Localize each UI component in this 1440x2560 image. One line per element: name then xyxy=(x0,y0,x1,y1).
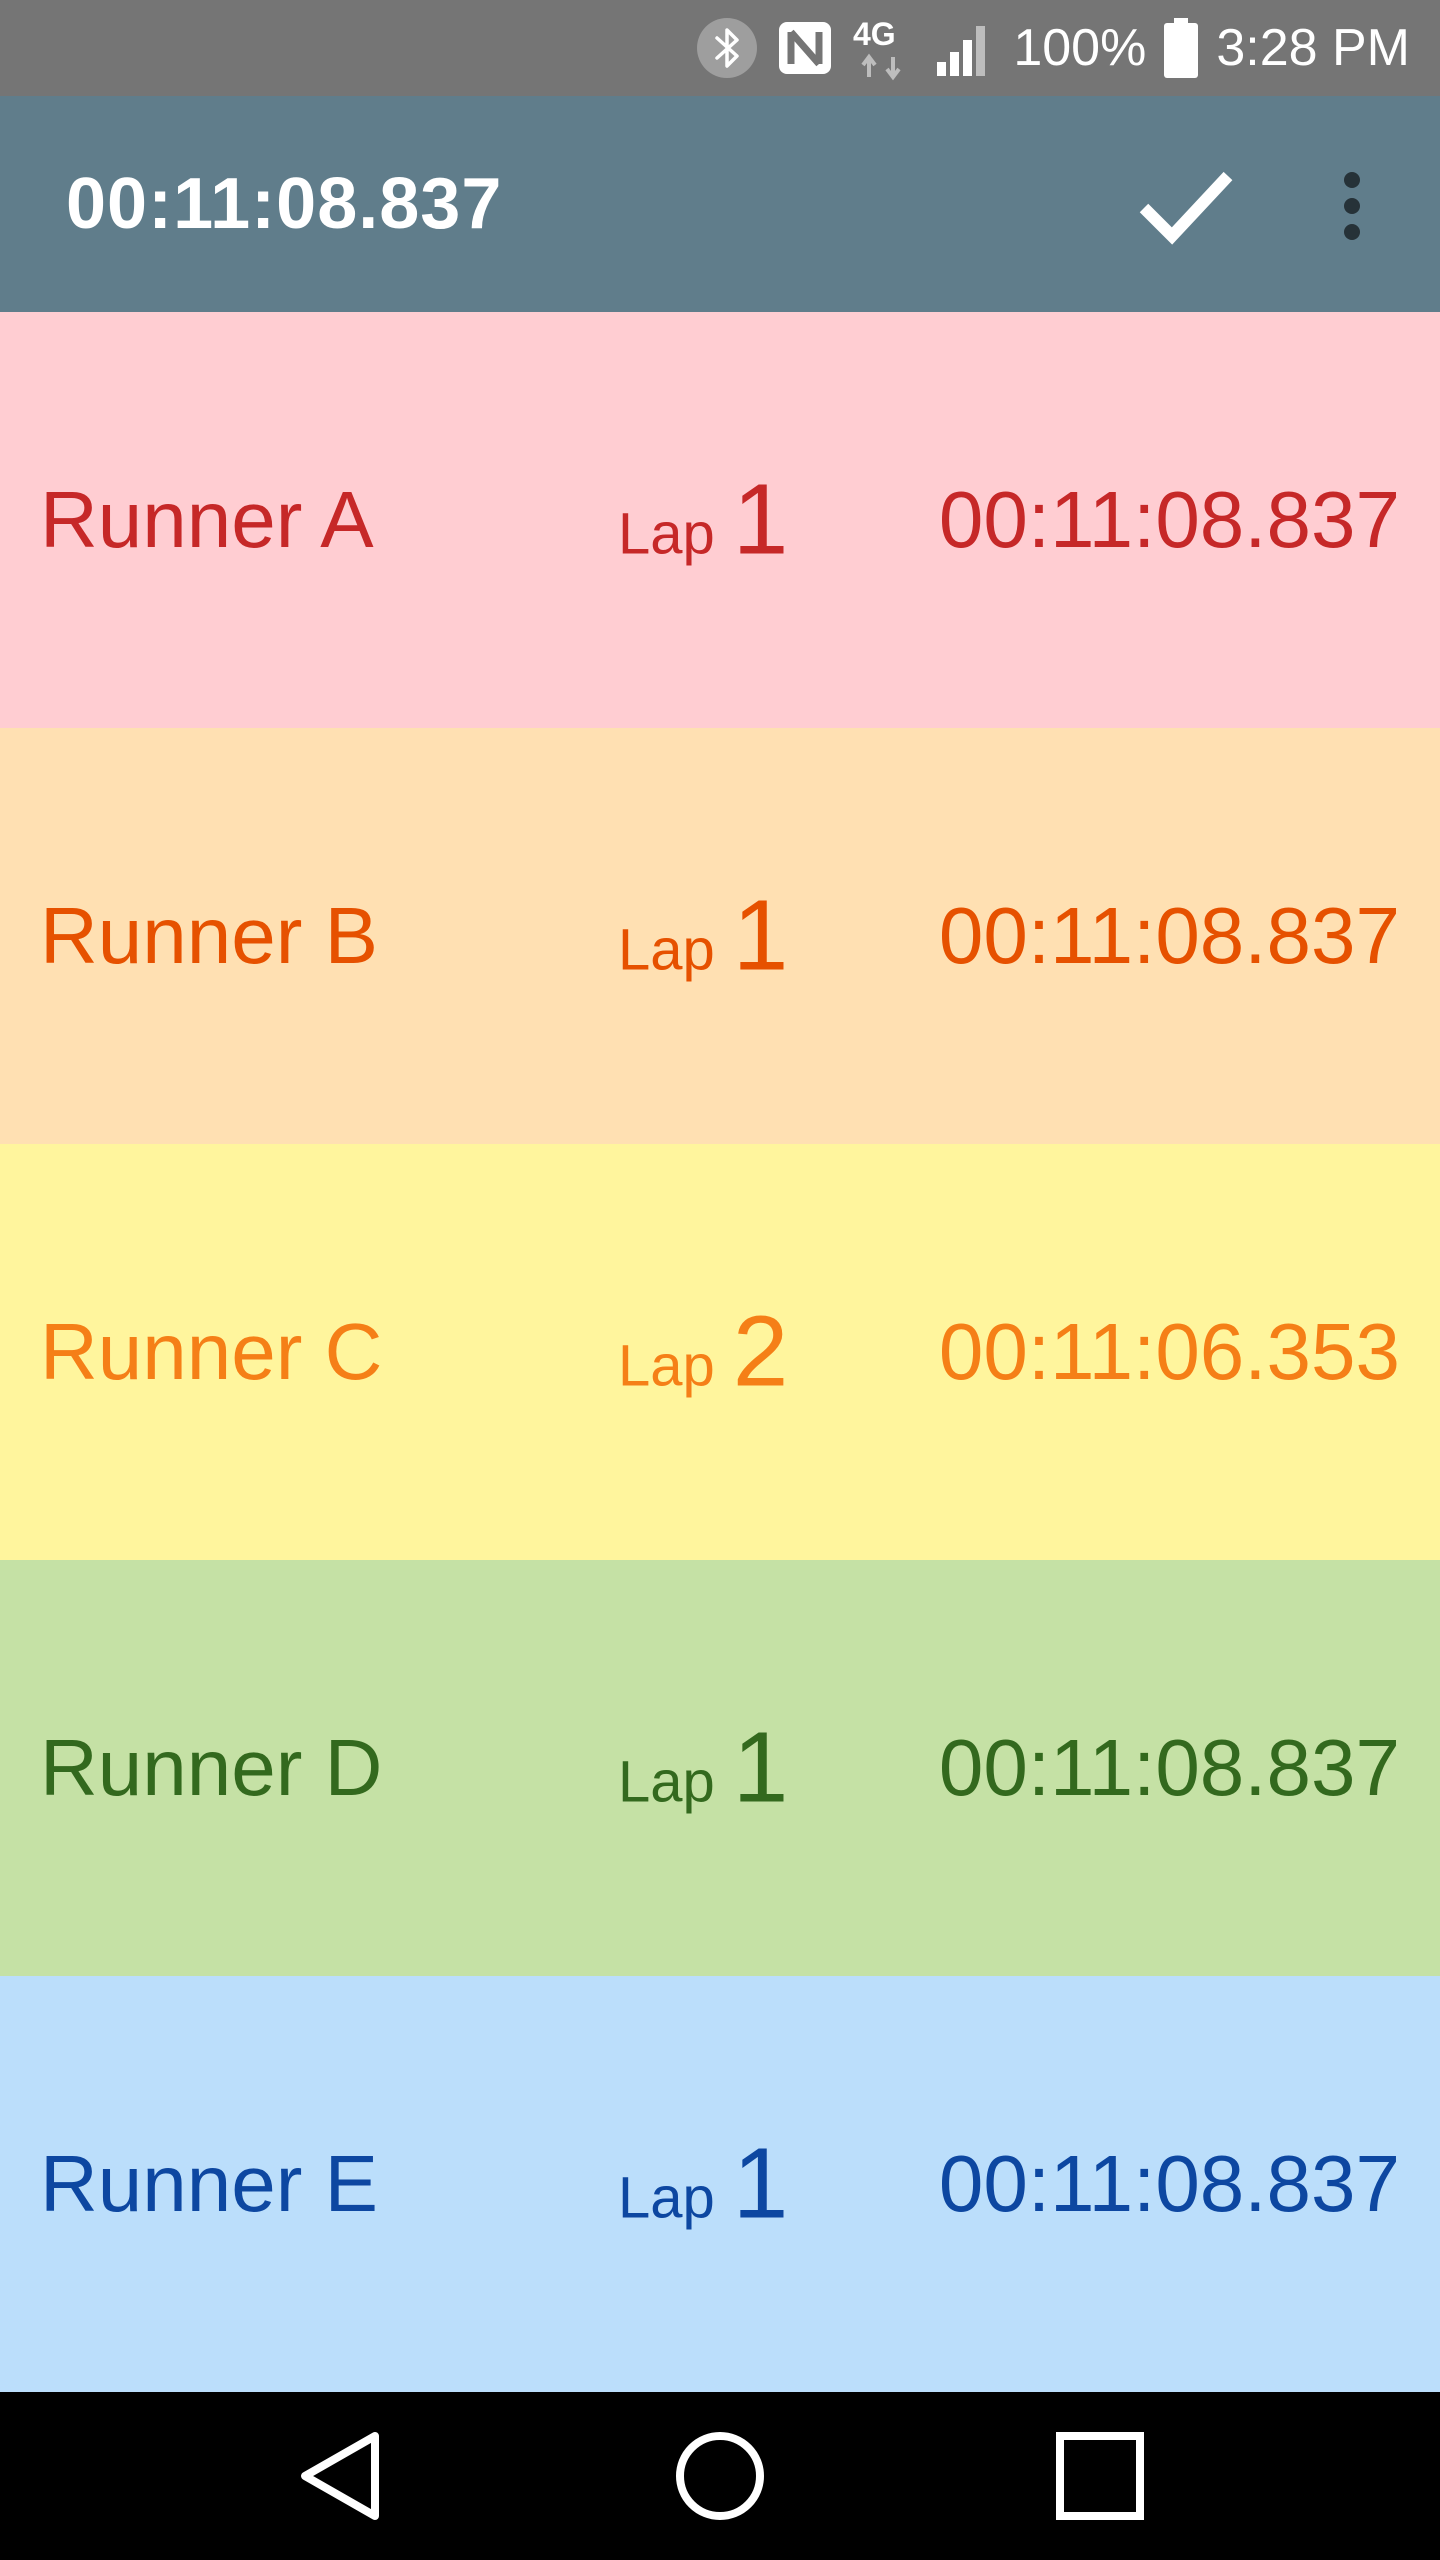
navigation-bar xyxy=(0,2392,1440,2560)
runner-name: Runner B xyxy=(40,891,378,980)
more-vert-icon xyxy=(1344,172,1360,240)
lap-label: Lap xyxy=(618,917,715,983)
confirm-button[interactable] xyxy=(1126,156,1246,256)
lap-number: 1 xyxy=(732,1711,789,1824)
lap-label: Lap xyxy=(618,1749,715,1815)
check-icon xyxy=(1139,171,1233,245)
lap-number: 1 xyxy=(732,879,789,992)
network-label: 4G xyxy=(853,16,896,52)
lap-counter: Lap 1 xyxy=(618,463,788,578)
home-button[interactable] xyxy=(660,2416,780,2536)
lap-counter: Lap 2 xyxy=(618,1295,788,1410)
recents-icon xyxy=(1056,2432,1144,2520)
runner-row[interactable]: Runner E Lap 1 00:11:08.837 xyxy=(0,1976,1440,2392)
lap-counter: Lap 1 xyxy=(618,2127,788,2242)
nfc-icon xyxy=(775,18,835,78)
lap-counter: Lap 1 xyxy=(618,1711,788,1826)
overflow-menu-button[interactable] xyxy=(1316,156,1388,256)
runner-row[interactable]: Runner B Lap 1 00:11:08.837 xyxy=(0,728,1440,1144)
back-button[interactable] xyxy=(280,2416,400,2536)
recents-button[interactable] xyxy=(1040,2416,1160,2536)
runner-name: Runner C xyxy=(40,1307,383,1396)
runner-name: Runner E xyxy=(40,2139,378,2228)
app-bar: 00:11:08.837 xyxy=(0,96,1440,312)
bluetooth-icon xyxy=(697,18,758,78)
lap-time: 00:11:08.837 xyxy=(938,2139,1400,2228)
runner-row[interactable]: Runner A Lap 1 00:11:08.837 xyxy=(0,312,1440,728)
lap-number: 2 xyxy=(732,1295,789,1408)
lap-label: Lap xyxy=(618,1333,715,1399)
lap-time: 00:11:08.837 xyxy=(938,1723,1400,1812)
lap-counter: Lap 1 xyxy=(618,879,788,994)
lap-time: 00:11:08.837 xyxy=(938,891,1400,980)
lap-time: 00:11:06.353 xyxy=(938,1307,1400,1396)
lap-label: Lap xyxy=(618,501,715,567)
elapsed-time-title: 00:11:08.837 xyxy=(66,164,503,244)
4g-lte-icon: 4G xyxy=(853,13,917,83)
battery-percent: 100% xyxy=(1013,19,1147,77)
lap-time: 00:11:08.837 xyxy=(938,475,1400,564)
lap-number: 1 xyxy=(732,463,789,576)
clock: 3:28 PM xyxy=(1216,19,1410,77)
home-icon xyxy=(676,2432,764,2520)
battery-icon xyxy=(1164,18,1199,78)
lap-label: Lap xyxy=(618,2165,715,2231)
lap-number: 1 xyxy=(732,2127,789,2240)
status-bar: 4G 100% 3:28 PM xyxy=(0,0,1440,96)
runner-name: Runner A xyxy=(40,475,374,564)
back-icon xyxy=(301,2432,379,2520)
signal-icon xyxy=(935,18,995,78)
runner-list: Runner A Lap 1 00:11:08.837 Runner B Lap… xyxy=(0,312,1440,2392)
runner-row[interactable]: Runner C Lap 2 00:11:06.353 xyxy=(0,1144,1440,1560)
runner-row[interactable]: Runner D Lap 1 00:11:08.837 xyxy=(0,1560,1440,1976)
runner-name: Runner D xyxy=(40,1723,383,1812)
